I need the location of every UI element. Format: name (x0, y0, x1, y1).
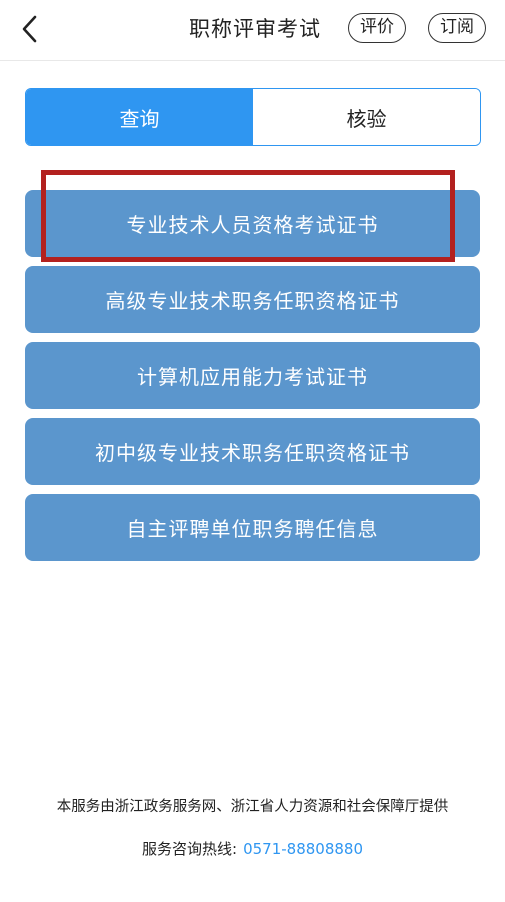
evaluate-button[interactable]: 评价 (348, 13, 406, 43)
menu-item-senior-title-cert[interactable]: 高级专业技术职务任职资格证书 (25, 266, 480, 333)
chevron-left-icon (22, 15, 37, 43)
tab-verify[interactable]: 核验 (253, 89, 480, 145)
page-title: 职称评审考试 (189, 17, 321, 41)
menu-item-junior-intermediate-title-cert[interactable]: 初中级专业技术职务任职资格证书 (25, 418, 480, 485)
hotline-row: 服务咨询热线: 0571-88808880 (0, 838, 505, 859)
menu-item-self-appointment-info[interactable]: 自主评聘单位职务聘任信息 (25, 494, 480, 561)
service-provider-text: 本服务由浙江政务服务网、浙江省人力资源和社会保障厅提供 (56, 799, 449, 815)
back-button[interactable] (14, 12, 46, 46)
tab-bar: 查询 核验 (25, 88, 481, 146)
header-bar: 职称评审考试 评价 订阅 (0, 0, 505, 60)
hotline-label: 服务咨询热线: (142, 840, 238, 858)
menu-item-computer-skills-exam-cert[interactable]: 计算机应用能力考试证书 (25, 342, 480, 409)
subscribe-button[interactable]: 订阅 (428, 13, 486, 43)
menu-item-professional-qualification-exam-cert[interactable]: 专业技术人员资格考试证书 (25, 190, 480, 257)
hotline-number-link[interactable]: 0571-88808880 (243, 840, 363, 858)
tab-query[interactable]: 查询 (26, 89, 253, 145)
header-divider (0, 60, 505, 61)
